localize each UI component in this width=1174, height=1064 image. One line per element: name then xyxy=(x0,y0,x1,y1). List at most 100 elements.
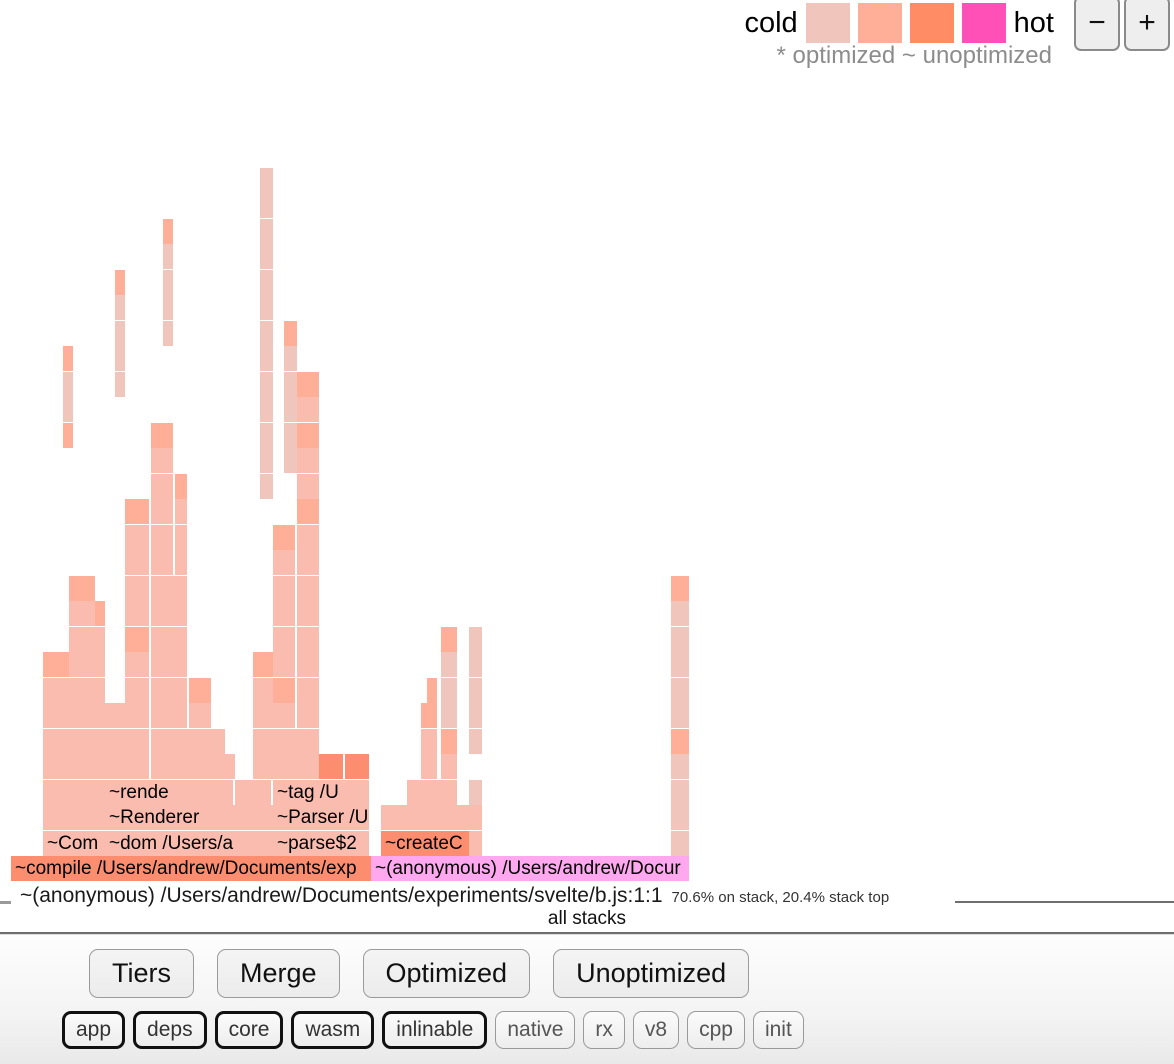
flame-frame[interactable] xyxy=(260,397,273,422)
flame-frame[interactable] xyxy=(469,678,482,703)
flame-frame[interactable] xyxy=(115,321,125,346)
flame-frame[interactable] xyxy=(469,780,482,805)
flame-frame[interactable] xyxy=(273,678,295,703)
flame-frame[interactable] xyxy=(95,678,105,703)
flame-frame[interactable] xyxy=(151,423,173,448)
flame-frame[interactable] xyxy=(260,474,273,499)
flame-frame[interactable]: ~createC xyxy=(381,831,469,856)
flame-frame[interactable] xyxy=(151,474,173,499)
flame-frame[interactable] xyxy=(151,499,173,524)
flame-frame[interactable] xyxy=(115,270,125,295)
flame-frame[interactable] xyxy=(151,627,187,652)
flame-frame[interactable] xyxy=(407,805,469,830)
flame-frame[interactable] xyxy=(69,601,95,626)
flame-frame[interactable] xyxy=(421,729,437,754)
flame-frame[interactable] xyxy=(671,703,689,728)
flame-frame[interactable]: ~Renderer xyxy=(105,805,235,830)
toolbar-button-optimized[interactable]: Optimized xyxy=(363,949,531,998)
flame-frame[interactable] xyxy=(297,423,319,448)
flame-frame[interactable] xyxy=(189,678,211,703)
flame-frame[interactable] xyxy=(260,295,273,320)
flame-frame[interactable] xyxy=(297,525,319,550)
flame-frame[interactable] xyxy=(151,729,211,754)
flame-frame[interactable] xyxy=(105,729,125,754)
flame-frame[interactable] xyxy=(211,754,235,779)
flame-frame[interactable] xyxy=(260,219,273,244)
flame-frame[interactable] xyxy=(163,321,173,346)
flame-frame[interactable] xyxy=(235,780,271,805)
flame-frame[interactable] xyxy=(43,754,69,779)
flame-frame[interactable] xyxy=(469,652,482,677)
flame-frame[interactable] xyxy=(441,678,457,703)
flame-frame[interactable] xyxy=(469,703,482,728)
flame-frame[interactable] xyxy=(69,652,95,677)
flame-frame[interactable] xyxy=(319,754,343,779)
filter-toggle-core[interactable]: core xyxy=(215,1011,284,1049)
flame-frame[interactable] xyxy=(253,678,273,703)
flame-frame[interactable] xyxy=(469,831,482,856)
flame-frame[interactable] xyxy=(125,678,149,703)
filter-toggle-v8[interactable]: v8 xyxy=(633,1011,679,1049)
flame-frame[interactable] xyxy=(69,678,95,703)
flame-frame[interactable] xyxy=(125,627,149,652)
flame-frame[interactable] xyxy=(260,193,273,218)
flame-frame[interactable] xyxy=(43,678,69,703)
flame-frame[interactable] xyxy=(273,576,295,601)
flame-frame[interactable] xyxy=(297,703,319,728)
flame-frame[interactable] xyxy=(297,474,319,499)
flame-frame[interactable] xyxy=(441,703,457,728)
flame-frame[interactable]: ~parse$2 xyxy=(273,831,369,856)
flame-frame[interactable] xyxy=(273,627,295,652)
flame-frame[interactable] xyxy=(95,627,105,652)
flame-frame[interactable] xyxy=(671,678,689,703)
flame-frame[interactable] xyxy=(95,652,105,677)
flame-frame[interactable] xyxy=(125,550,149,575)
flame-frame[interactable] xyxy=(671,754,689,779)
flame-frame[interactable] xyxy=(671,627,689,652)
flame-frame[interactable] xyxy=(235,805,273,830)
flame-frame[interactable] xyxy=(151,678,187,703)
flame-frame[interactable] xyxy=(469,729,482,754)
flame-frame[interactable] xyxy=(284,448,297,473)
flame-frame[interactable] xyxy=(297,652,319,677)
flame-frame[interactable] xyxy=(671,805,689,830)
toolbar-button-unoptimized[interactable]: Unoptimized xyxy=(553,949,749,998)
flame-frame[interactable] xyxy=(125,652,149,677)
flame-frame[interactable] xyxy=(469,627,482,652)
flame-frame[interactable] xyxy=(273,754,319,779)
flame-frame[interactable] xyxy=(43,652,69,677)
flame-frame[interactable] xyxy=(69,576,95,601)
flame-frame[interactable] xyxy=(63,346,73,371)
flame-frame[interactable] xyxy=(273,601,295,626)
flame-frame[interactable] xyxy=(151,652,187,677)
flame-frame[interactable] xyxy=(381,805,407,830)
flame-frame[interactable] xyxy=(151,703,187,728)
flame-frame[interactable] xyxy=(175,474,187,499)
flame-frame[interactable] xyxy=(469,805,482,830)
flame-frame[interactable] xyxy=(671,729,689,754)
flame-frame[interactable]: ~tag /U xyxy=(273,780,369,805)
flame-frame[interactable] xyxy=(297,576,319,601)
flame-frame[interactable] xyxy=(671,652,689,677)
all-stacks-label[interactable]: all stacks xyxy=(0,906,1174,932)
flame-frame[interactable] xyxy=(253,703,273,728)
flame-frame[interactable] xyxy=(284,321,297,346)
flame-frame[interactable] xyxy=(125,576,149,601)
flame-frame[interactable] xyxy=(151,525,173,550)
flame-frame[interactable] xyxy=(163,244,173,269)
flame-frame[interactable] xyxy=(273,652,295,677)
flame-frame[interactable] xyxy=(43,805,105,830)
flame-frame[interactable] xyxy=(115,346,125,371)
flame-frame[interactable]: ~compile /Users/andrew/Documents/exp xyxy=(11,856,371,881)
flame-frame[interactable] xyxy=(63,372,73,397)
flame-frame[interactable] xyxy=(189,703,211,728)
flame-frame[interactable] xyxy=(297,448,319,473)
filter-toggle-app[interactable]: app xyxy=(62,1011,125,1049)
flame-frame[interactable] xyxy=(151,601,187,626)
flame-frame[interactable] xyxy=(105,703,125,728)
flame-frame[interactable] xyxy=(671,601,689,626)
flame-frame[interactable] xyxy=(175,550,187,575)
flame-frame[interactable] xyxy=(253,652,273,677)
flame-frame[interactable] xyxy=(253,729,273,754)
flame-frame[interactable] xyxy=(63,397,73,422)
